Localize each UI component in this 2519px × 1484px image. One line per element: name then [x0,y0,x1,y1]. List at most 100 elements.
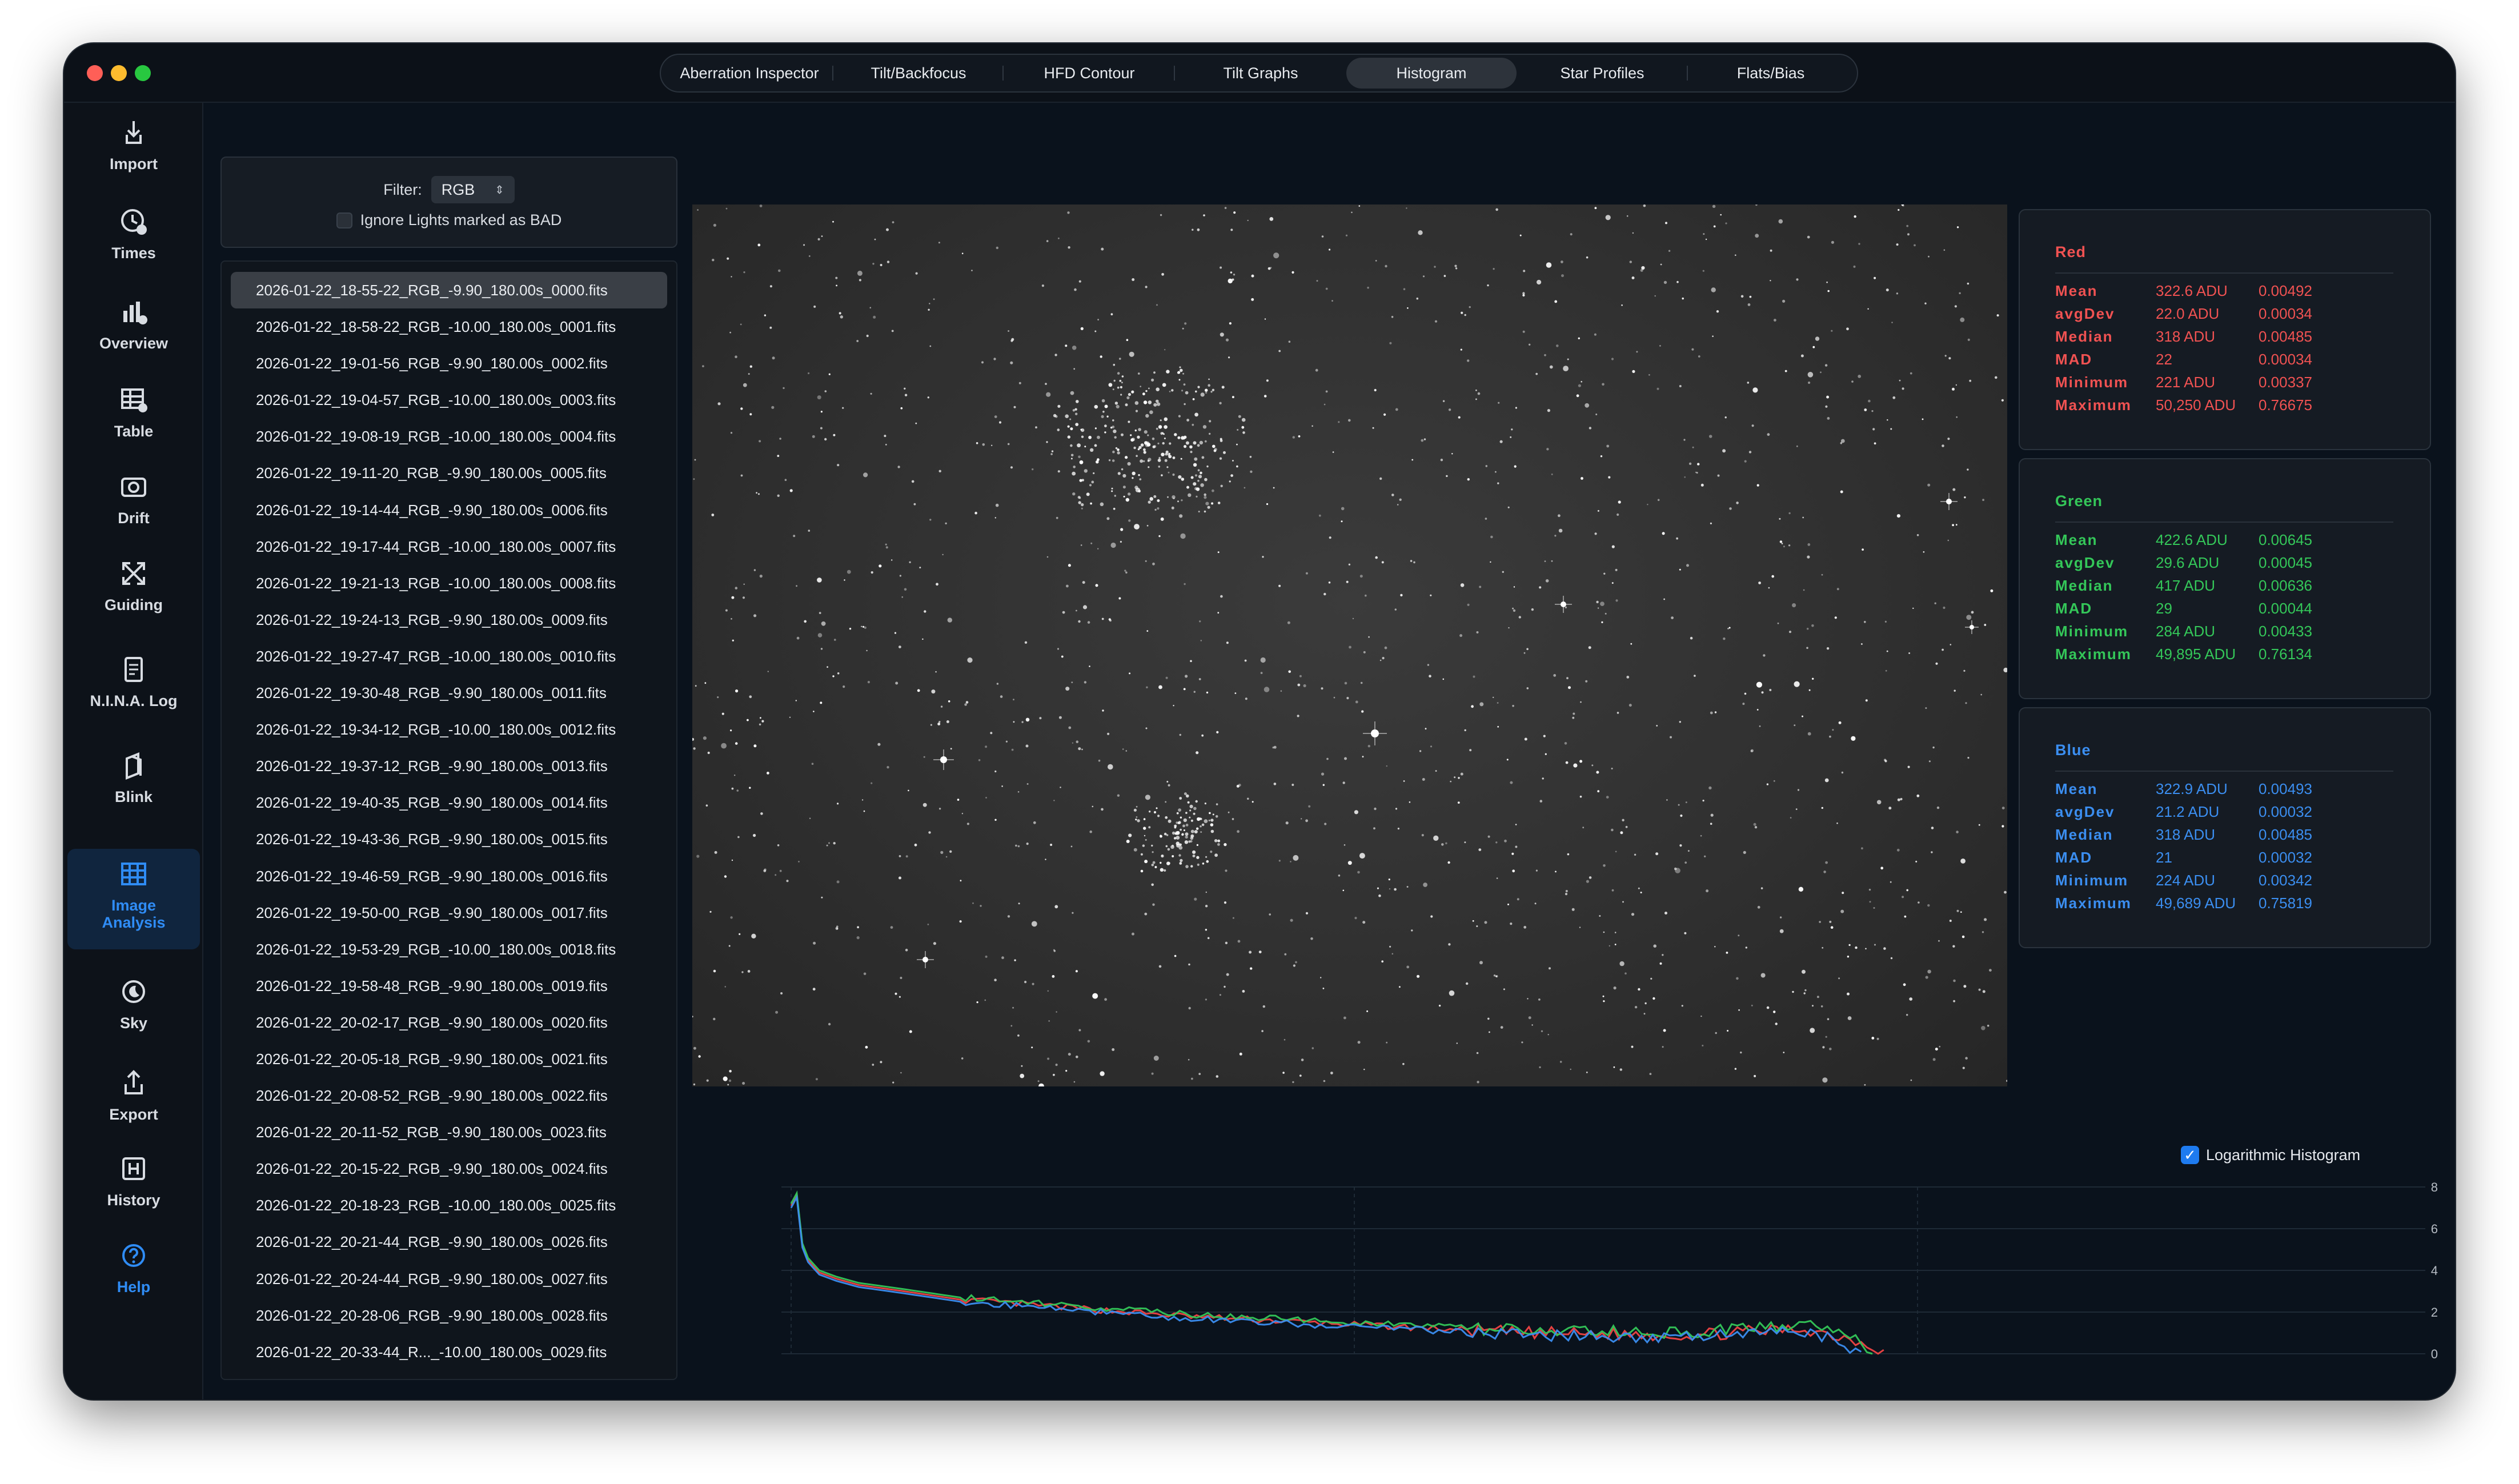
sidebar-item-import[interactable]: Import [67,114,200,173]
sidebar-item-drift[interactable]: Drift [67,468,200,527]
y-tick-label: 8 [2431,1180,2438,1194]
file-list-item[interactable]: 2026-01-22_19-40-35_RGB_-9.90_180.00s_00… [231,784,667,821]
log-histogram-toggle[interactable]: ✓ Logarithmic Histogram [2181,1146,2360,1164]
filter-label: Filter: [383,181,422,198]
file-list-item[interactable]: 2026-01-22_19-21-13_RGB_-10.00_180.00s_0… [231,565,667,601]
filter-select[interactable]: RGB ⇕ [431,176,515,203]
log-histogram-checkbox[interactable]: ✓ [2181,1146,2199,1164]
file-list-item[interactable]: 2026-01-22_19-01-56_RGB_-9.90_180.00s_00… [231,345,667,382]
file-list-item[interactable]: 2026-01-22_20-28-06_RGB_-9.90_180.00s_00… [231,1297,667,1334]
stat-normalized: 0.76134 [2259,645,2312,663]
sidebar-item-label: Import [110,155,158,173]
zoom-window-button[interactable] [135,65,151,81]
divider [2055,771,2393,772]
sidebar-item-blink[interactable]: Blink [67,747,200,805]
divider [2055,522,2393,523]
file-list-item[interactable]: 2026-01-22_20-08-52_RGB_-9.90_180.00s_00… [231,1077,667,1114]
sidebar-item-sky[interactable]: Sky [67,973,200,1032]
stat-normalized: 0.00485 [2259,327,2312,345]
chevron-up-down-icon: ⇕ [494,183,504,196]
sidebar-item-label: Blink [114,788,153,805]
file-list-item[interactable]: 2026-01-22_19-43-36_RGB_-9.90_180.00s_00… [231,821,667,857]
y-tick-label: 6 [2431,1222,2438,1236]
file-list-item[interactable]: 2026-01-22_19-46-59_RGB_-9.90_180.00s_00… [231,858,667,895]
stats-row: avgDev 21.2 ADU 0.00032 [2055,800,2430,823]
file-list-item[interactable]: 2026-01-22_19-30-48_RGB_-9.90_180.00s_00… [231,675,667,711]
file-list-item[interactable]: 2026-01-22_20-05-18_RGB_-9.90_180.00s_00… [231,1041,667,1077]
stat-key: Mean [2055,780,2098,797]
y-tick-label: 4 [2431,1264,2438,1278]
stats-row: avgDev 22.0 ADU 0.00034 [2055,302,2430,325]
stats-row: Mean 322.9 ADU 0.00493 [2055,777,2430,800]
stat-adu: 21.2 ADU [2156,803,2220,820]
close-window-button[interactable] [87,65,103,81]
file-list-item[interactable]: 2026-01-22_20-11-52_RGB_-9.90_180.00s_00… [231,1114,667,1150]
sidebar-item-guiding[interactable]: Guiding [67,555,200,613]
file-list-item[interactable]: 2026-01-22_19-17-44_RGB_-10.00_180.00s_0… [231,528,667,565]
camera-icon [121,478,146,497]
stat-normalized: 0.00645 [2259,531,2312,548]
file-list-item[interactable]: 2026-01-22_19-08-19_RGB_-10.00_180.00s_0… [231,418,667,455]
clock-icon [121,209,147,235]
tab-tilt-graphs[interactable]: Tilt Graphs [1175,58,1346,89]
sidebar-item-image-analysis[interactable]: Image Analysis [67,849,200,949]
stat-key: Minimum [2055,373,2129,391]
sidebar-item-n-i-n-a-log[interactable]: N.I.N.A. Log [67,651,200,709]
stat-key: avgDev [2055,803,2115,820]
tab-star-profiles[interactable]: Star Profiles [1517,58,1688,89]
stat-adu: 49,895 ADU [2156,645,2236,663]
file-list-item[interactable]: 2026-01-22_18-58-22_RGB_-10.00_180.00s_0… [231,308,667,345]
file-list-item[interactable]: 2026-01-22_20-21-44_RGB_-9.90_180.00s_00… [231,1224,667,1260]
sidebar-item-table[interactable]: Table [67,382,200,440]
sidebar-item-overview[interactable]: Overview [67,294,200,352]
sidebar-item-history[interactable]: History [67,1150,200,1209]
stats-row: Mean 422.6 ADU 0.00645 [2055,528,2430,551]
tab-hfd-contour[interactable]: HFD Contour [1004,58,1175,89]
file-list-item[interactable]: 2026-01-22_19-27-47_RGB_-10.00_180.00s_0… [231,638,667,675]
file-list-item[interactable]: 2026-01-22_19-04-57_RGB_-10.00_180.00s_0… [231,382,667,418]
sidebar-item-times[interactable]: Times [67,203,200,262]
app-window: Aberration Inspector Tilt/Backfocus HFD Co… [64,43,2455,1399]
stat-normalized: 0.00045 [2259,554,2312,571]
stat-normalized: 0.00034 [2259,304,2312,322]
file-list-item[interactable]: 2026-01-22_19-53-29_RGB_-10.00_180.00s_0… [231,931,667,968]
file-list-item[interactable]: 2026-01-22_20-33-44_R..._-10.00_180.00s_… [231,1334,667,1370]
stat-key: Median [2055,825,2113,843]
file-list-item[interactable]: 2026-01-22_19-11-20_RGB_-9.90_180.00s_00… [231,455,667,491]
stat-key: MAD [2055,848,2093,866]
stat-key: avgDev [2055,554,2115,571]
sidebar-item-help[interactable]: Help [67,1237,200,1296]
stat-adu: 322.6 ADU [2156,282,2228,299]
file-list-item[interactable]: 2026-01-22_19-34-12_RGB_-10.00_180.00s_0… [231,711,667,748]
stat-normalized: 0.00032 [2259,848,2312,866]
tab-tilt-backfocus[interactable]: Tilt/Backfocus [833,58,1004,89]
stats-row: MAD 21 0.00032 [2055,846,2430,869]
file-list-item[interactable]: 2026-01-22_20-15-22_RGB_-9.90_180.00s_00… [231,1150,667,1187]
stat-key: MAD [2055,350,2093,368]
file-list-item[interactable]: 2026-01-22_19-37-12_RGB_-9.90_180.00s_00… [231,748,667,784]
log-histogram-label: Logarithmic Histogram [2206,1146,2361,1164]
file-list-item[interactable]: 2026-01-22_20-18-23_RGB_-10.00_180.00s_0… [231,1187,667,1224]
moon-icon [122,980,145,1003]
stat-normalized: 0.00342 [2259,871,2312,889]
minimize-window-button[interactable] [111,65,127,81]
file-list-item[interactable]: 2026-01-22_18-55-22_RGB_-9.90_180.00s_00… [231,272,667,309]
file-list-item[interactable]: 2026-01-22_20-02-17_RGB_-9.90_180.00s_00… [231,1004,667,1041]
stats-row: Maximum 49,895 ADU 0.76134 [2055,643,2430,665]
tab-histogram[interactable]: Histogram [1346,58,1517,89]
file-list-item[interactable]: 2026-01-22_19-24-13_RGB_-9.90_180.00s_00… [231,601,667,638]
stats-title: Green [2055,492,2103,510]
ignore-bad-checkbox[interactable] [336,212,352,228]
file-list-item[interactable]: 2026-01-22_20-24-44_RGB_-9.90_180.00s_00… [231,1261,667,1297]
stat-normalized: 0.75819 [2259,894,2312,912]
file-list-item[interactable]: 2026-01-22_19-50-00_RGB_-9.90_180.00s_00… [231,895,667,931]
file-list-item[interactable]: 2026-01-22_19-14-44_RGB_-9.90_180.00s_00… [231,492,667,528]
tab-aberration-inspector[interactable]: Aberration Inspector [665,58,833,89]
file-list-item[interactable]: 2026-01-22_19-58-48_RGB_-9.90_180.00s_00… [231,968,667,1004]
divider [2055,272,2393,274]
stat-adu: 318 ADU [2156,327,2216,345]
stats-card-blue: Blue Mean 322.9 ADU 0.00493 avgDev 21.2 ADU 0.… [2019,707,2431,948]
starfield-image [692,204,2007,1086]
sidebar-item-export[interactable]: Export [67,1065,200,1123]
tab-flats-bias[interactable]: Flats/Bias [1688,58,1854,89]
